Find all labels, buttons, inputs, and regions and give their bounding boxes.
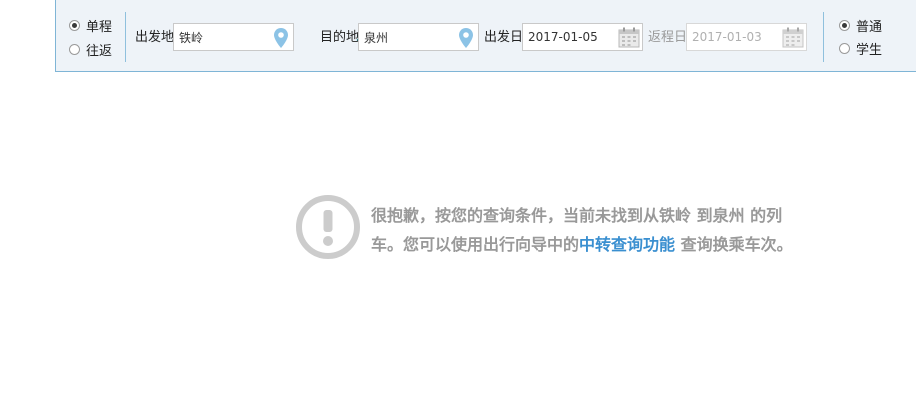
depart-date-label: 出发日 [484,30,524,45]
depart-date-field[interactable] [522,23,643,51]
return-date-input[interactable] [692,29,780,45]
radio-button[interactable] [69,20,80,31]
radio-label: 学生 [856,43,883,58]
radio-one-way[interactable]: 单程 [69,16,112,35]
depart-date-input[interactable] [528,29,616,45]
radio-label: 普通 [856,20,883,35]
radio-regular[interactable]: 普通 [839,16,882,35]
calendar-icon[interactable] [618,27,640,48]
exclamation-circle-icon [296,195,360,259]
map-pin-icon[interactable] [459,28,473,48]
divider [823,12,824,62]
message-text-end: 查询换乘车次。 [675,235,793,254]
return-date-label: 返程日 [648,30,688,45]
to-label: 目的地 [320,30,360,45]
from-label: 出发地 [135,30,175,45]
radio-button[interactable] [839,20,850,31]
divider [125,12,126,62]
from-input[interactable] [179,29,267,45]
radio-student[interactable]: 学生 [839,39,882,58]
search-bar: 单程 往返 出发地 目的地 出发日 [55,0,916,72]
radio-label: 往返 [86,44,113,59]
radio-button[interactable] [69,44,80,55]
transfer-query-link[interactable]: 中转查询功能 [579,235,675,254]
radio-button[interactable] [839,43,850,54]
to-field[interactable] [358,23,479,51]
calendar-icon[interactable] [782,27,804,48]
map-pin-icon[interactable] [274,28,288,48]
return-date-field[interactable] [686,23,807,51]
radio-round-trip[interactable]: 往返 [69,40,112,59]
no-results-message: 很抱歉，按您的查询条件，当前未找到从铁岭 到泉州 的列车。您可以使用出行向导中的… [371,201,796,259]
from-field[interactable] [173,23,294,51]
radio-label: 单程 [86,20,113,35]
to-input[interactable] [364,29,452,45]
